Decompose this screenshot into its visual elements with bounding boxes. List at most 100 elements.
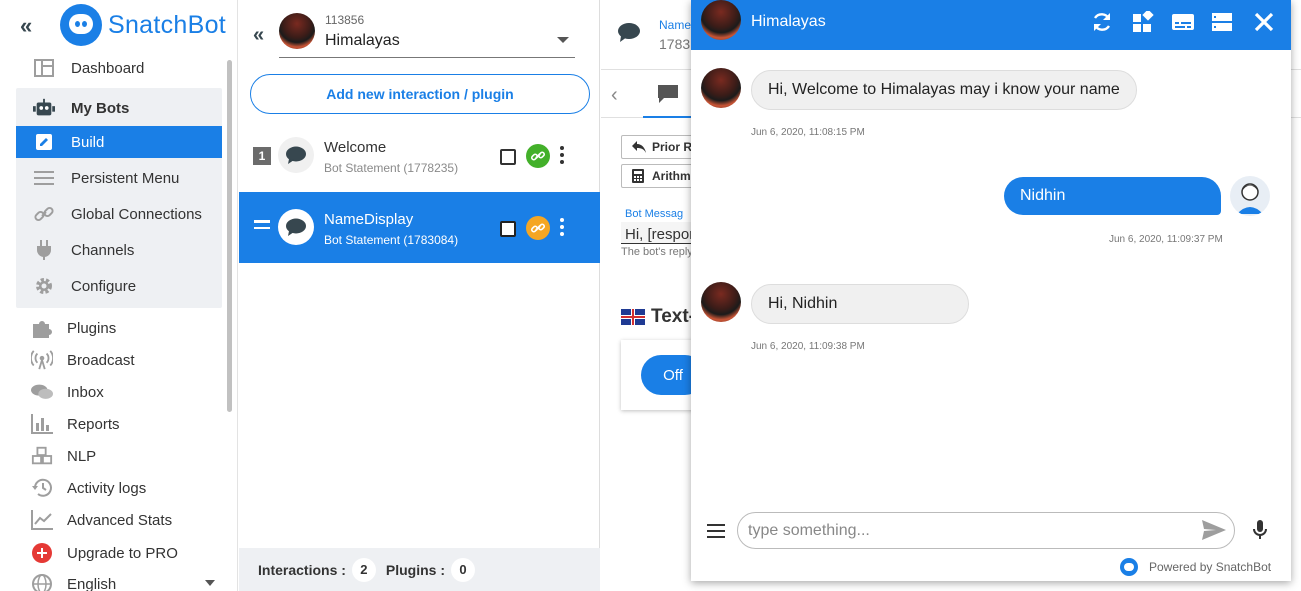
chevron-left-icon[interactable]: ‹ — [611, 84, 618, 107]
plugins-count: 0 — [451, 557, 476, 582]
speech-bubble-icon — [278, 137, 314, 173]
sidebar-item-label: Reports — [67, 415, 120, 433]
storage-icon[interactable] — [1211, 11, 1235, 35]
sidebar-item-nlp[interactable]: NLP — [0, 440, 230, 472]
sidebar-item-dashboard[interactable]: Dashboard — [16, 52, 222, 84]
send-icon[interactable] — [1202, 520, 1226, 545]
message-timestamp: Jun 6, 2020, 11:09:38 PM — [751, 341, 865, 352]
sidebar-item-label: Broadcast — [67, 351, 135, 369]
powered-by[interactable]: Powered by SnatchBot — [1120, 558, 1271, 576]
widgets-icon[interactable] — [1132, 9, 1156, 35]
link-icon[interactable] — [526, 216, 550, 240]
interaction-stats-footer: Interactions : 2 Plugins : 0 — [239, 548, 600, 591]
user-message-bubble: Nidhin — [1004, 177, 1221, 215]
sidebar-item-label: Build — [71, 133, 105, 151]
menu-icon — [33, 167, 55, 189]
interaction-checkbox[interactable] — [500, 221, 516, 237]
refresh-icon[interactable] — [1091, 11, 1115, 35]
sidebar-item-label: Upgrade to PRO — [67, 544, 178, 562]
chat-header: Himalayas — [691, 0, 1291, 50]
sidebar-item-reports[interactable]: Reports — [0, 408, 230, 440]
interaction-list-panel: « 113856 Himalayas Add new interaction /… — [239, 0, 600, 591]
sidebar-item-label: Advanced Stats — [67, 511, 173, 529]
editor-id: 1783 — [659, 36, 691, 52]
sidebar-item-label: Dashboard — [71, 59, 145, 77]
bot-selector[interactable]: 113856 Himalayas — [279, 8, 575, 58]
bot-avatar — [701, 282, 741, 322]
prior-response-label: Prior R — [652, 140, 693, 154]
chat-input[interactable]: type something... — [737, 512, 1235, 549]
interaction-checkbox[interactable] — [500, 149, 516, 165]
sidebar-item-broadcast[interactable]: Broadcast — [0, 344, 230, 376]
sidebar-item-plugins[interactable]: Plugins — [0, 312, 230, 344]
sidebar-item-configure[interactable]: Configure — [16, 270, 222, 302]
chat-input-bar: type something... — [691, 508, 1291, 552]
drag-handle-icon[interactable] — [254, 220, 270, 234]
language-label: English — [67, 575, 117, 591]
reply-icon — [632, 141, 646, 153]
sidebar: « SnatchBot Dashboard My Bots Build Pers… — [0, 0, 238, 591]
brand-logo[interactable]: SnatchBot — [60, 4, 226, 46]
calculator-icon — [632, 169, 644, 183]
cubes-icon — [31, 445, 53, 467]
bot-message-bubble: Hi, Nidhin — [751, 284, 969, 324]
collapse-sidebar-icon[interactable]: « — [20, 14, 42, 38]
sidebar-item-my-bots[interactable]: My Bots — [16, 92, 222, 124]
bot-message-help: The bot's reply — [621, 246, 693, 258]
link-icon[interactable] — [526, 144, 550, 168]
message-timestamp: Jun 6, 2020, 11:09:37 PM — [1109, 234, 1223, 245]
interaction-index: 1 — [253, 147, 271, 165]
sidebar-item-label: Persistent Menu — [71, 169, 180, 187]
sidebar-item-label: Configure — [71, 277, 137, 295]
bot-message-bubble: Hi, Welcome to Himalayas may i know your… — [751, 70, 1137, 110]
sidebar-item-advanced-stats[interactable]: Advanced Stats — [0, 504, 230, 536]
sidebar-item-label: NLP — [67, 447, 97, 465]
interaction-subtitle: Bot Statement (1778235) — [324, 161, 459, 175]
arithmetic-label: Arithm — [652, 169, 691, 183]
add-interaction-button[interactable]: Add new interaction / plugin — [250, 74, 590, 114]
line-chart-icon — [31, 509, 53, 531]
text-to-speech-title: Text- — [621, 306, 695, 328]
dashboard-icon — [33, 57, 55, 79]
sidebar-item-global-connections[interactable]: Global Connections — [16, 198, 222, 230]
interactions-count: 2 — [351, 557, 376, 582]
interaction-title: NameDisplay — [324, 211, 414, 228]
interaction-row[interactable]: 1 Welcome Bot Statement (1778235) — [239, 120, 600, 191]
sidebar-item-persistent-menu[interactable]: Persistent Menu — [16, 162, 222, 194]
broadcast-icon — [31, 349, 53, 371]
sidebar-item-build[interactable]: Build — [16, 126, 222, 158]
edit-icon — [33, 131, 55, 153]
robot-icon — [33, 97, 55, 119]
chat-icon — [31, 381, 53, 403]
hamburger-menu-icon[interactable] — [707, 524, 725, 538]
interaction-row-selected[interactable]: NameDisplay Bot Statement (1783084) — [239, 192, 600, 263]
chat-title: Himalayas — [751, 13, 826, 30]
bot-avatar — [701, 0, 741, 40]
interaction-subtitle: Bot Statement (1783084) — [324, 233, 459, 247]
chevron-down-icon[interactable] — [205, 580, 215, 586]
editor-name-label: Name — [659, 18, 692, 32]
puzzle-icon — [31, 317, 53, 339]
bot-id: 113856 — [325, 13, 365, 27]
sidebar-item-inbox[interactable]: Inbox — [0, 376, 230, 408]
language-selector[interactable]: English — [0, 568, 230, 591]
message-icon — [658, 85, 678, 103]
bot-name: Himalayas — [325, 32, 400, 49]
sidebar-item-label: Activity logs — [67, 479, 147, 497]
collapse-panel-icon[interactable]: « — [253, 24, 264, 47]
subtitles-icon[interactable] — [1171, 11, 1195, 35]
link-icon — [33, 203, 55, 225]
powered-by-label: Powered by SnatchBot — [1149, 560, 1272, 574]
close-icon[interactable] — [1253, 11, 1277, 35]
more-vert-icon[interactable] — [560, 146, 566, 166]
microphone-icon[interactable] — [1252, 520, 1268, 545]
more-vert-icon[interactable] — [560, 218, 566, 238]
bot-message-label: Bot Messag — [625, 208, 684, 220]
message-timestamp: Jun 6, 2020, 11:08:15 PM — [751, 127, 865, 138]
sidebar-item-upgrade[interactable]: Upgrade to PRO — [0, 537, 230, 569]
sidebar-item-activity-logs[interactable]: Activity logs — [0, 472, 230, 504]
sidebar-item-label: My Bots — [71, 99, 130, 117]
text-to-speech-label: Text- — [651, 306, 695, 327]
sidebar-item-channels[interactable]: Channels — [16, 234, 222, 266]
speech-bubble-icon — [618, 22, 640, 47]
